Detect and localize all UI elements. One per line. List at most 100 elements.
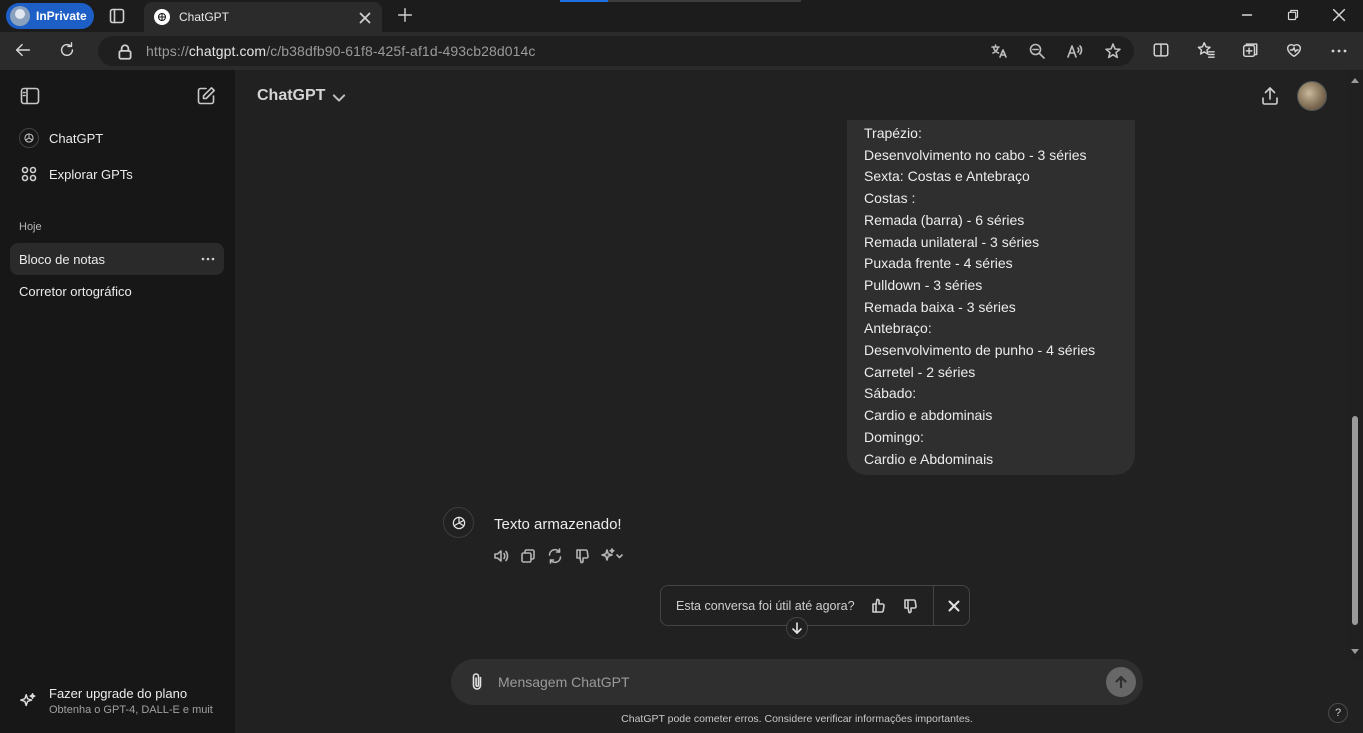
chatgpt-favicon-icon xyxy=(154,9,170,25)
back-arrow-icon[interactable] xyxy=(14,41,34,61)
browser-essentials-icon[interactable] xyxy=(1285,41,1305,61)
read-aloud-speaker-icon[interactable] xyxy=(492,547,510,565)
copy-icon[interactable] xyxy=(519,547,537,565)
new-chat-icon[interactable] xyxy=(195,85,217,107)
favorites-icon[interactable] xyxy=(1197,41,1217,61)
share-icon[interactable] xyxy=(1259,85,1281,107)
sparkles-icon xyxy=(19,692,39,712)
user-message-line: Pulldown - 3 séries xyxy=(864,276,983,293)
translate-icon[interactable] xyxy=(990,42,1008,60)
sidebar-item-label: Explorar GPTs xyxy=(49,166,133,182)
user-message-line: Domingo: xyxy=(864,428,924,445)
sidebar: ChatGPT Explorar GPTs Hoje Bloco de nota… xyxy=(0,70,235,733)
chat-item-label: Bloco de notas xyxy=(19,251,106,267)
user-message-line: Sexta: Costas e Antebraço xyxy=(864,168,1030,185)
model-name: ChatGPT xyxy=(257,87,326,104)
refresh-icon[interactable] xyxy=(58,41,78,61)
minimize-icon[interactable] xyxy=(1238,6,1258,26)
message-composer[interactable]: Mensagem ChatGPT xyxy=(451,659,1143,705)
chat-item-bloco-de-notas[interactable]: Bloco de notas xyxy=(10,243,224,275)
favorite-star-icon[interactable] xyxy=(1104,42,1122,60)
user-message-line: Desenvolvimento de punho - 4 séries xyxy=(864,342,1096,359)
grid-icon xyxy=(19,164,39,184)
assistant-avatar-icon xyxy=(443,507,474,538)
page-load-progress xyxy=(560,0,801,2)
zoom-out-icon[interactable] xyxy=(1028,42,1046,60)
user-avatar[interactable] xyxy=(1297,81,1327,111)
message-actions xyxy=(492,547,626,565)
user-message-line: Antebraço: xyxy=(864,320,932,337)
feedback-question: Esta conversa foi útil até agora? xyxy=(676,598,855,613)
sidebar-item-chatgpt[interactable]: ChatGPT xyxy=(10,122,224,154)
attach-paperclip-icon[interactable] xyxy=(466,671,488,693)
thumbs-up-icon[interactable] xyxy=(869,597,887,615)
main-chat-area: ChatGPT Trapézio: Desenvolvimento no cabo… xyxy=(235,70,1363,733)
profile-avatar-icon xyxy=(10,6,30,26)
message-input[interactable]: Mensagem ChatGPT xyxy=(498,674,1106,690)
browser-toolbar: https://chatgpt.com/c/b38dfb90-61f8-425f… xyxy=(0,32,1363,70)
tab-title: ChatGPT xyxy=(179,10,230,24)
inprivate-badge[interactable]: InPrivate xyxy=(6,3,94,29)
scroll-down-arrow-icon[interactable] xyxy=(1351,649,1359,654)
url-text: https://chatgpt.com/c/b38dfb90-61f8-425f… xyxy=(146,43,536,59)
inprivate-label: InPrivate xyxy=(36,9,87,23)
user-message-line: Puxada frente - 4 séries xyxy=(864,255,1013,272)
chat-options-icon[interactable] xyxy=(200,250,216,268)
assistant-message: Texto armazenado! xyxy=(494,516,622,533)
read-aloud-icon[interactable] xyxy=(1066,42,1084,60)
upgrade-title: Fazer upgrade do plano xyxy=(49,686,188,701)
send-button[interactable] xyxy=(1106,667,1136,697)
feedback-divider xyxy=(932,586,934,625)
browser-tab-chatgpt[interactable]: ChatGPT xyxy=(144,2,382,32)
user-message-line: Carretel - 2 séries xyxy=(864,363,976,380)
user-message-line: Costas : xyxy=(864,190,916,207)
url-path: /c/b38dfb90-61f8-425f-af1d-493cb28d014c xyxy=(266,43,536,59)
upgrade-subtitle: Obtenha o GPT-4, DALL-E e muit... xyxy=(49,704,214,716)
collections-icon[interactable] xyxy=(1241,41,1261,61)
chat-item-label: Corretor ortográfico xyxy=(19,283,132,299)
scrollbar-thumb[interactable] xyxy=(1352,416,1358,625)
help-button[interactable]: ? xyxy=(1328,703,1348,723)
regenerate-icon[interactable] xyxy=(546,547,564,565)
chat-scrollbar[interactable] xyxy=(1347,70,1363,660)
browser-tab-strip: InPrivate ChatGPT xyxy=(0,0,1363,32)
settings-more-icon[interactable] xyxy=(1329,41,1349,61)
lock-icon[interactable] xyxy=(116,43,132,60)
toggle-sidebar-icon[interactable] xyxy=(19,85,41,107)
user-message-line: Trapézio: xyxy=(864,125,922,141)
tab-actions-icon[interactable] xyxy=(108,7,126,25)
arrow-down-icon xyxy=(792,622,802,634)
chat-item-corretor-ortografico[interactable]: Corretor ortográfico xyxy=(10,275,224,307)
sidebar-item-label: ChatGPT xyxy=(49,130,104,146)
user-message-line: Remada (barra) - 6 séries xyxy=(864,211,1025,228)
restore-icon[interactable] xyxy=(1284,6,1304,26)
split-screen-icon[interactable] xyxy=(1152,41,1172,61)
scroll-to-bottom-button[interactable] xyxy=(786,617,808,639)
url-scheme: https:// xyxy=(146,43,189,59)
close-feedback-icon[interactable] xyxy=(946,598,962,614)
thumbs-down-icon[interactable] xyxy=(573,547,591,565)
sidebar-item-explore-gpts[interactable]: Explorar GPTs xyxy=(10,158,224,190)
thumbs-down-icon[interactable] xyxy=(901,597,919,615)
close-window-icon[interactable] xyxy=(1330,6,1350,26)
upgrade-plan-button[interactable]: Fazer upgrade do plano Obtenha o GPT-4, … xyxy=(10,676,224,724)
user-message-line: Desenvolvimento no cabo - 3 séries xyxy=(864,146,1087,163)
user-message-bubble: Trapézio: Desenvolvimento no cabo - 3 sér… xyxy=(847,120,1135,475)
new-tab-icon[interactable] xyxy=(396,6,416,26)
disclaimer-text: ChatGPT pode cometer erros. Considere ve… xyxy=(621,713,973,725)
scroll-up-arrow-icon[interactable] xyxy=(1351,78,1359,83)
model-switch-sparkle-icon[interactable] xyxy=(600,547,626,565)
user-message-line: Remada baixa - 3 séries xyxy=(864,298,1016,315)
user-message-line: Sábado: xyxy=(864,385,917,402)
user-message-line: Cardio e abdominais xyxy=(864,407,993,424)
chatgpt-logo-icon xyxy=(19,128,39,148)
close-tab-icon[interactable] xyxy=(356,9,372,25)
chevron-down-icon xyxy=(330,89,346,103)
model-selector[interactable]: ChatGPT xyxy=(257,87,346,105)
address-bar[interactable]: https://chatgpt.com/c/b38dfb90-61f8-425f… xyxy=(98,36,1134,66)
url-host: chatgpt.com xyxy=(188,43,267,59)
conversation-feedback-prompt: Esta conversa foi útil até agora? xyxy=(660,585,970,626)
page-load-progress-fill xyxy=(560,0,609,2)
arrow-up-icon xyxy=(1115,675,1127,689)
history-section-today: Hoje xyxy=(19,221,42,233)
